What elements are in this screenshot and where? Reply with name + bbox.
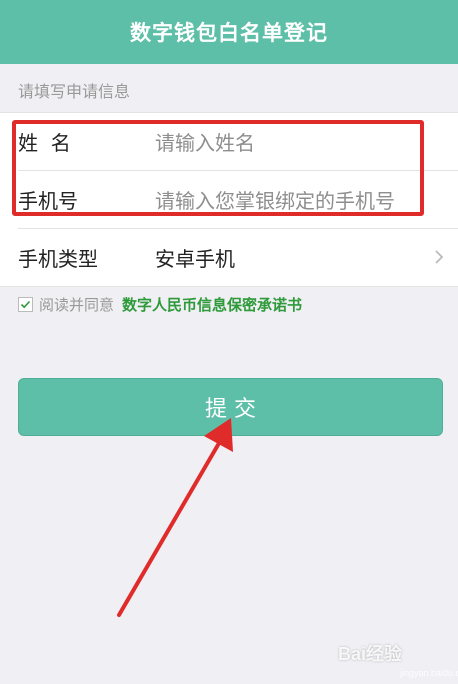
watermark-url: jingyan.baidu.com (400, 668, 458, 678)
phone-type-select[interactable]: 安卓手机 (155, 243, 235, 272)
page-title: 数字钱包白名单登记 (130, 21, 328, 45)
check-icon (20, 300, 31, 308)
highlight-box (12, 120, 424, 216)
divider (0, 286, 458, 287)
section-hint: 请填写申请信息 (18, 82, 131, 101)
arrow-shaft (117, 436, 224, 617)
agreement-link[interactable]: 数字人民币信息保密承诺书 (122, 294, 302, 315)
agree-checkbox[interactable] (18, 296, 33, 312)
agree-text: 阅读并同意 (39, 295, 115, 314)
annotation-arrow (117, 418, 233, 617)
agreement-row: 阅读并同意 数字人民币信息保密承诺书 (18, 293, 302, 315)
phone-type-row[interactable]: 手机类型 安卓手机 (0, 228, 458, 286)
submit-button[interactable]: 提 交 (18, 378, 443, 436)
chevron-right-icon (435, 250, 444, 264)
watermark-logo: Bai经验 (338, 644, 403, 664)
phone-type-label: 手机类型 (18, 246, 98, 271)
page-header: 数字钱包白名单登记 (0, 0, 458, 64)
